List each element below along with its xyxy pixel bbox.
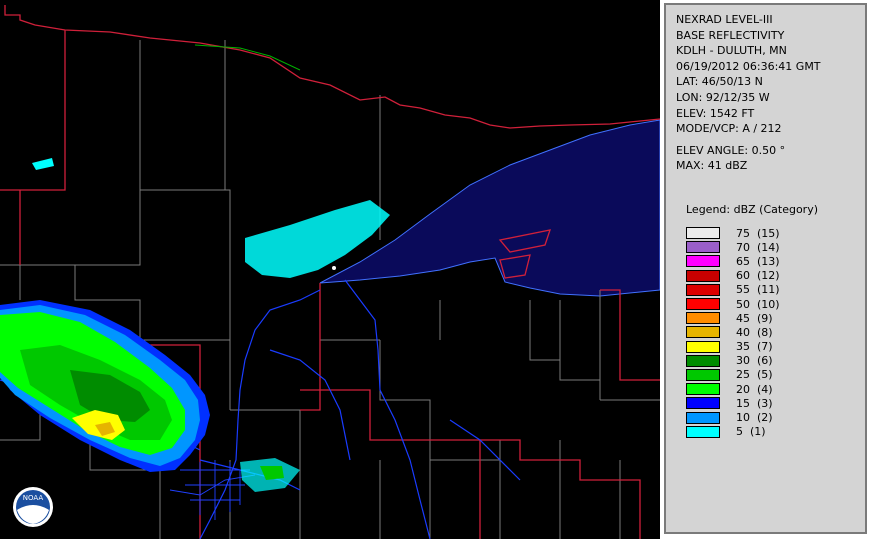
legend-entry: 25 (5) xyxy=(686,368,780,382)
noaa-logo: NOAA xyxy=(13,487,53,527)
legend-entry: 40 (8) xyxy=(686,325,780,339)
legend-swatch xyxy=(686,397,720,410)
radar-map: NOAA xyxy=(0,0,660,539)
legend-swatch xyxy=(686,227,720,240)
info-panel: NEXRAD LEVEL-III BASE REFLECTIVITY KDLH … xyxy=(664,3,867,534)
product-title: NEXRAD LEVEL-III xyxy=(676,13,773,26)
legend-label: 5 (1) xyxy=(736,425,766,439)
legend-swatch xyxy=(686,283,720,296)
international-border-segment xyxy=(194,44,301,71)
legend-entry: 75 (15) xyxy=(686,226,780,240)
legend-swatch xyxy=(686,269,720,282)
legend-swatch xyxy=(686,354,720,367)
station-name: KDLH - DULUTH, MN xyxy=(676,44,787,58)
legend-swatch xyxy=(686,425,720,438)
legend-swatch xyxy=(686,312,720,325)
legend-label: 55 (11) xyxy=(736,283,780,297)
legend-label: 40 (8) xyxy=(736,325,773,339)
scan-datetime: 06/19/2012 06:36:41 GMT xyxy=(676,59,821,73)
legend-entry: 15 (3) xyxy=(686,396,780,410)
legend-label: 30 (6) xyxy=(736,354,773,368)
noaa-logo-text: NOAA xyxy=(23,494,44,502)
legend-entry: 65 (13) xyxy=(686,254,780,268)
legend-label: 15 (3) xyxy=(736,396,773,410)
station-elevation: ELEV: 1542 FT xyxy=(676,106,755,120)
radar-site-marker xyxy=(332,266,336,270)
legend-swatch xyxy=(686,383,720,396)
legend-label: 60 (12) xyxy=(736,269,780,283)
station-info: NEXRAD LEVEL-III BASE REFLECTIVITY KDLH … xyxy=(676,12,821,174)
station-longitude: LON: 92/12/35 W xyxy=(676,90,770,104)
legend-swatch xyxy=(686,298,720,311)
legend-entry: 5 (1) xyxy=(686,425,780,439)
mode-vcp: MODE/VCP: A / 212 xyxy=(676,122,782,136)
legend-label: 35 (7) xyxy=(736,340,773,354)
legend-swatch xyxy=(686,326,720,339)
radar-echoes xyxy=(0,158,390,492)
legend-label: 20 (4) xyxy=(736,382,773,396)
legend-entry: 30 (6) xyxy=(686,354,780,368)
legend-swatch xyxy=(686,411,720,424)
legend-entry: 45 (9) xyxy=(686,311,780,325)
product-type: BASE REFLECTIVITY xyxy=(676,28,785,42)
legend-entry: 50 (10) xyxy=(686,297,780,311)
station-latitude: LAT: 46/50/13 N xyxy=(676,75,763,89)
legend-entry: 20 (4) xyxy=(686,382,780,396)
legend-swatch xyxy=(686,340,720,353)
legend-label: 45 (9) xyxy=(736,311,773,325)
legend-entry: 10 (2) xyxy=(686,410,780,424)
legend-label: 75 (15) xyxy=(736,226,780,240)
legend-entry: 70 (14) xyxy=(686,240,780,254)
legend-swatch xyxy=(686,241,720,254)
legend-entry: 60 (12) xyxy=(686,269,780,283)
legend: 75 (15) 70 (14) 65 (13) 60 (12) 55 (11) 50 (1… xyxy=(686,226,780,439)
echo-cyan-west xyxy=(32,158,54,170)
legend-swatch xyxy=(686,255,720,268)
legend-entry: 55 (11) xyxy=(686,283,780,297)
legend-label: 50 (10) xyxy=(736,297,780,311)
legend-label: 65 (13) xyxy=(736,254,780,268)
max-reflectivity: MAX: 41 dBZ xyxy=(676,159,748,173)
elevation-angle: ELEV ANGLE: 0.50 ° xyxy=(676,143,786,157)
radar-map-svg: NOAA xyxy=(0,5,660,539)
legend-swatch xyxy=(686,368,720,381)
legend-label: 10 (2) xyxy=(736,411,773,425)
legend-label: 70 (14) xyxy=(736,240,780,254)
legend-label: 25 (5) xyxy=(736,368,773,382)
legend-entry: 35 (7) xyxy=(686,340,780,354)
legend-title: Legend: dBZ (Category) xyxy=(686,203,818,216)
